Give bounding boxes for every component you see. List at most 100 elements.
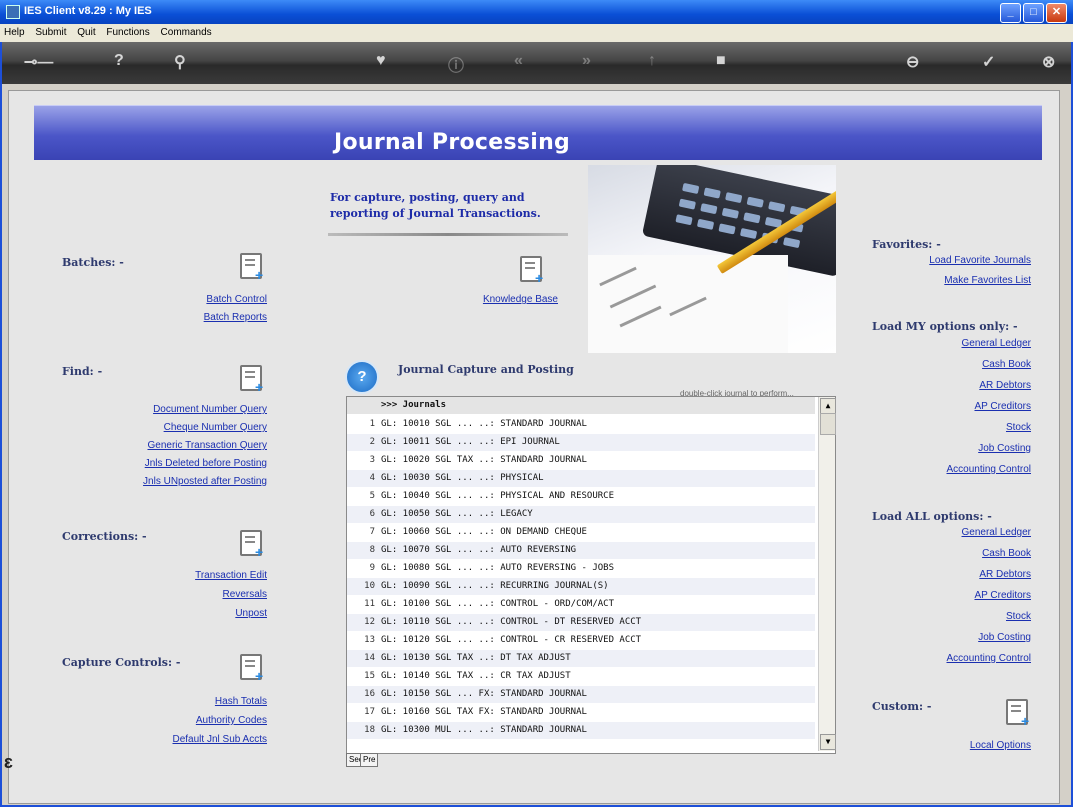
- list-item[interactable]: 1 GL: 10010 SGL ... ..: STANDARD JOURNAL: [347, 416, 815, 433]
- my-general-ledger-link[interactable]: General Ledger: [962, 338, 1032, 349]
- batches-heading: Batches: -: [62, 256, 124, 269]
- menu-functions[interactable]: Functions: [102, 24, 153, 38]
- menu-quit[interactable]: Quit: [73, 24, 99, 38]
- authority-codes-link[interactable]: Authority Codes: [196, 715, 267, 726]
- list-item[interactable]: 6 GL: 10050 SGL ... ..: LEGACY: [347, 506, 815, 523]
- cheque-number-query-link[interactable]: Cheque Number Query: [164, 422, 267, 433]
- jnls-deleted-link[interactable]: Jnls Deleted before Posting: [145, 458, 267, 469]
- list-item[interactable]: 13 GL: 10120 SGL ... ..: CONTROL - CR RES…: [347, 632, 815, 649]
- menu-commands[interactable]: Commands: [157, 24, 216, 38]
- close-window-button[interactable]: ✕: [1046, 3, 1067, 23]
- menu-submit[interactable]: Submit: [31, 24, 70, 38]
- list-item[interactable]: 5 GL: 10040 SGL ... ..: PHYSICAL AND RESO…: [347, 488, 815, 505]
- pre-button[interactable]: Pre: [360, 753, 379, 767]
- scroll-up-icon[interactable]: ▲: [820, 398, 836, 414]
- corrections-heading: Corrections: -: [62, 530, 147, 543]
- menu-help[interactable]: Help: [0, 24, 29, 38]
- scroll-down-icon[interactable]: ▼: [820, 734, 836, 750]
- forward-icon[interactable]: »: [582, 52, 591, 70]
- list-item[interactable]: 17 GL: 10160 SGL TAX FX: STANDARD JOURNAL: [347, 704, 815, 721]
- transaction-edit-link[interactable]: Transaction Edit: [195, 570, 267, 581]
- close-icon[interactable]: ⊗: [1042, 52, 1055, 72]
- custom-heading: Custom: -: [872, 700, 932, 713]
- help-icon[interactable]: ?: [114, 52, 124, 70]
- all-ar-debtors-link[interactable]: AR Debtors: [979, 569, 1031, 580]
- load-favorite-journals-link[interactable]: Load Favorite Journals: [929, 255, 1031, 266]
- generic-transaction-query-link[interactable]: Generic Transaction Query: [148, 440, 268, 451]
- batch-reports-link[interactable]: Batch Reports: [204, 312, 267, 323]
- capture-controls-heading: Capture Controls: -: [62, 656, 181, 669]
- all-general-ledger-link[interactable]: General Ledger: [962, 527, 1032, 538]
- unpost-link[interactable]: Unpost: [235, 608, 267, 619]
- document-icon: +: [1002, 696, 1030, 729]
- reversals-link[interactable]: Reversals: [223, 589, 267, 600]
- all-job-costing-link[interactable]: Job Costing: [978, 632, 1031, 643]
- my-stock-link[interactable]: Stock: [1006, 422, 1031, 433]
- maximize-button[interactable]: □: [1023, 3, 1044, 23]
- document-icon: +: [236, 651, 264, 684]
- scroll-thumb[interactable]: [820, 413, 836, 435]
- load-all-heading: Load ALL options: -: [872, 510, 992, 523]
- list-item[interactable]: 7 GL: 10060 SGL ... ..: ON DEMAND CHEQUE: [347, 524, 815, 541]
- document-icon: +: [236, 362, 264, 395]
- app-icon: [6, 5, 20, 19]
- list-item[interactable]: 16 GL: 10150 SGL ... FX: STANDARD JOURNAL: [347, 686, 815, 703]
- key-icon[interactable]: ⊸—: [24, 52, 53, 72]
- my-ar-debtors-link[interactable]: AR Debtors: [979, 380, 1031, 391]
- local-options-link[interactable]: Local Options: [970, 740, 1031, 751]
- my-ap-creditors-link[interactable]: AP Creditors: [974, 401, 1031, 412]
- calculator-image: [588, 165, 836, 353]
- list-item[interactable]: 11 GL: 10100 SGL ... ..: CONTROL - ORD/CO…: [347, 596, 815, 613]
- my-accounting-control-link[interactable]: Accounting Control: [947, 464, 1032, 475]
- check-icon[interactable]: ✓: [982, 52, 995, 72]
- list-item[interactable]: 3 GL: 10020 SGL TAX ..: STANDARD JOURNAL: [347, 452, 815, 469]
- help-icon[interactable]: ?: [345, 360, 379, 394]
- all-accounting-control-link[interactable]: Accounting Control: [947, 653, 1032, 664]
- square-icon[interactable]: ■: [716, 52, 726, 70]
- all-cash-book-link[interactable]: Cash Book: [982, 548, 1031, 559]
- title-bar: IES Client v8.29 : My IES _ □ ✕: [0, 0, 1073, 24]
- menu-bar: Help Submit Quit Functions Commands: [0, 24, 1073, 42]
- load-my-heading: Load MY options only: -: [872, 320, 1018, 333]
- minimize-button[interactable]: _: [1000, 3, 1021, 23]
- hash-totals-link[interactable]: Hash Totals: [215, 696, 267, 707]
- favorites-heading: Favorites: -: [872, 238, 941, 251]
- my-cash-book-link[interactable]: Cash Book: [982, 359, 1031, 370]
- list-header: >>> Journals: [347, 397, 815, 414]
- list-scrollbar[interactable]: ▲ ▼: [818, 397, 836, 751]
- list-item[interactable]: 9 GL: 10080 SGL ... ..: AUTO REVERSING - …: [347, 560, 815, 577]
- find-heading: Find: -: [62, 365, 103, 378]
- make-favorites-list-link[interactable]: Make Favorites List: [944, 275, 1031, 286]
- knowledge-base-link[interactable]: Knowledge Base: [483, 294, 558, 305]
- left-edge-glyph: ɛ: [4, 752, 13, 772]
- up-icon[interactable]: ↑: [648, 52, 656, 70]
- minus-icon[interactable]: ⊖: [906, 52, 919, 72]
- default-jnl-sub-accts-link[interactable]: Default Jnl Sub Accts: [173, 734, 268, 745]
- rewind-icon[interactable]: «: [514, 52, 523, 70]
- heart-icon[interactable]: ♥: [376, 52, 386, 70]
- document-icon: +: [516, 253, 544, 286]
- jnls-unposted-link[interactable]: Jnls UNposted after Posting: [143, 476, 267, 487]
- page-title: Journal Processing: [334, 130, 571, 155]
- search-icon[interactable]: ⚲: [174, 52, 186, 72]
- my-job-costing-link[interactable]: Job Costing: [978, 443, 1031, 454]
- list-item[interactable]: 12 GL: 10110 SGL ... ..: CONTROL - DT RES…: [347, 614, 815, 631]
- list-item[interactable]: 2 GL: 10011 SGL ... ..: EPI JOURNAL: [347, 434, 815, 451]
- document-number-query-link[interactable]: Document Number Query: [153, 404, 267, 415]
- journal-capture-title: Journal Capture and Posting: [398, 363, 574, 376]
- list-item[interactable]: 18 GL: 10300 MUL ... ..: STANDARD JOURNAL: [347, 722, 815, 739]
- list-item[interactable]: 4 GL: 10030 SGL ... ..: PHYSICAL: [347, 470, 815, 487]
- list-item[interactable]: 8 GL: 10070 SGL ... ..: AUTO REVERSING: [347, 542, 815, 559]
- list-item[interactable]: 10 GL: 10090 SGL ... ..: RECURRING JOURNA…: [347, 578, 815, 595]
- document-icon: +: [236, 527, 264, 560]
- intro-text: For capture, posting, query and reportin…: [330, 190, 570, 222]
- info-icon[interactable]: ⓘ: [448, 52, 464, 76]
- toolbar: ⊸— ? ⚲ ♥ ⓘ « » ↑ ■ ⊖ ✓ ⊗: [2, 42, 1071, 84]
- batch-control-link[interactable]: Batch Control: [206, 294, 267, 305]
- journals-list[interactable]: >>> Journals 1 GL: 10010 SGL ... ..: STAN…: [346, 396, 836, 754]
- list-item[interactable]: 14 GL: 10130 SGL TAX ..: DT TAX ADJUST: [347, 650, 815, 667]
- all-stock-link[interactable]: Stock: [1006, 611, 1031, 622]
- document-icon: +: [236, 250, 264, 283]
- all-ap-creditors-link[interactable]: AP Creditors: [974, 590, 1031, 601]
- list-item[interactable]: 15 GL: 10140 SGL TAX ..: CR TAX ADJUST: [347, 668, 815, 685]
